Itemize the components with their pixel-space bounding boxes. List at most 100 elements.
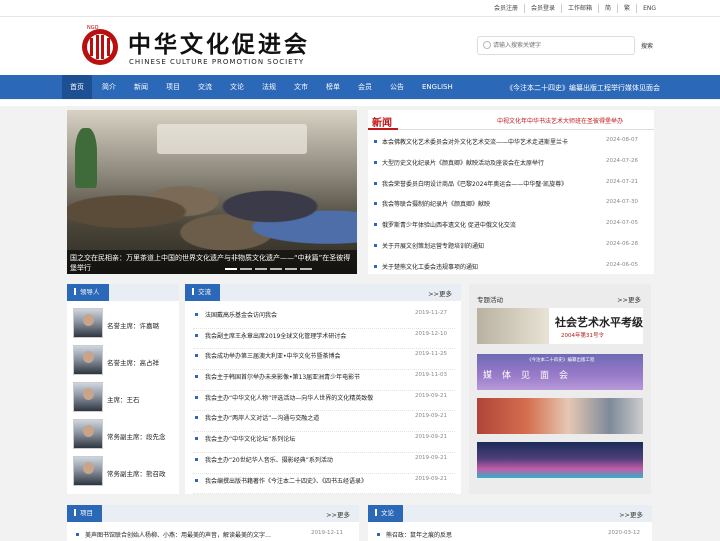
list-item[interactable]: 我会主办“20世纪华人音乐、摄影经典”系列活动 2019-09-21 [193, 453, 455, 474]
list-item-title[interactable]: 美声图书馆联合创始人杨柳、小燕：用最美的声音，解读最美的文字… [85, 530, 307, 539]
site-title-cn[interactable]: 中华文化促进会 [128, 25, 310, 59]
member-login-link[interactable]: 会员登录 [524, 4, 561, 13]
topic-banner-exam[interactable]: 社会艺术水平考级 2004年第31号令 [477, 308, 643, 344]
news-item[interactable]: 我会等联合摄制的纪录片《颜真卿》献映 2024-07-30 [372, 198, 654, 219]
list-item[interactable]: 法国戴高乐基金会访问我会 2019-11-27 [193, 308, 455, 329]
news-item[interactable]: 我会荣誉委员白明设计商品《巴黎2024年奥运会——中华璧·凯旋尊》 2024-07… [372, 178, 654, 199]
news-item-title[interactable]: 我会荣誉委员白明设计商品《巴黎2024年奥运会——中华璧·凯旋尊》 [382, 179, 602, 188]
leader-name[interactable]: 常务副主席：熊召政 [107, 468, 166, 478]
news-item-title[interactable]: 关于楚熊文化工委会违规事项的通知 [382, 262, 602, 271]
news-item-title[interactable]: 大型历史文化纪录片《颜真卿》献映活动及座谈会在太原举行 [382, 158, 602, 167]
topic-banner-media-meeting[interactable]: 《今注本二十四史》编纂出版工程 媒体见面会 [477, 354, 643, 390]
nav-scrolling-notice[interactable]: 《今注本二十四史》编纂出版工程举行媒体见面会 [498, 76, 688, 100]
list-item[interactable]: 我会成功举办第三届澳大利亚•中华文化节暨茶博会 2019-11-25 [193, 349, 455, 371]
leader-card[interactable]: 名誉主席：许嘉璐 [73, 308, 173, 340]
hero-caption[interactable]: 国之交在民相亲：万里茶道上中国的世界文化遗产与非物质文化遗产——“中秋篇”在圣彼… [70, 253, 354, 273]
news-item-title[interactable]: 关于开展文创策划运营专题培训的通知 [382, 241, 602, 250]
topic-banner-photo-event[interactable] [477, 398, 643, 434]
search-button[interactable]: 搜索 [641, 41, 653, 50]
list-item-title[interactable]: 我会主办“两岸人文对话”—沟通与交融之道 [205, 413, 405, 422]
exchange-more-link[interactable]: >>更多 [428, 288, 452, 298]
leader-card[interactable]: 主席：王石 [73, 382, 173, 414]
list-item[interactable]: 我会副主席王永章出席2019全球文化管理学术研讨会 2019-12-10 [193, 329, 455, 350]
traditional-chinese-link[interactable]: 繁 [617, 4, 636, 13]
topics-title: 专题活动 [477, 296, 503, 304]
essays-more-link[interactable]: >>更多 [619, 509, 643, 519]
leader-photo[interactable] [73, 345, 103, 375]
leader-name[interactable]: 常务副主席：段先念 [107, 431, 166, 441]
news-item[interactable]: 关于楚熊文化工委会违规事项的通知 2024-06-05 [372, 261, 654, 282]
carousel-dot[interactable] [270, 268, 282, 270]
nav-item-members[interactable]: 会员 [350, 75, 380, 99]
list-item-title[interactable]: 熊召政：鼠年之痕的反思 [386, 530, 586, 539]
list-item-title[interactable]: 我会编撰出版书籍著作《今注本二十四史》、《四书五经语录》 [205, 476, 405, 485]
nav-item-essays[interactable]: 文论 [222, 75, 252, 99]
list-item[interactable]: 我会编撰出版书籍著作《今注本二十四史》、《四书五经语录》 2019-09-21 [193, 474, 455, 495]
news-item[interactable]: 关于开展文创策划运营专题培训的通知 2024-06-28 [372, 240, 654, 261]
essays-tab[interactable]: 文论 [368, 505, 403, 522]
projects-more-link[interactable]: >>更多 [326, 509, 350, 519]
headline-marquee[interactable]: 中视文化年中华书法艺术大师班在圣彼得堡举办 [497, 116, 657, 125]
list-item-title[interactable]: 我会副主席王永章出席2019全球文化管理学术研讨会 [205, 331, 405, 340]
leader-name[interactable]: 主席：王石 [107, 394, 140, 404]
nav-item-english[interactable]: ENGLISH [414, 75, 461, 99]
news-tab[interactable]: 新闻 [368, 112, 398, 130]
news-item-title[interactable]: 俄罗斯青少年体验山西非遗文化 促进中俄文化交流 [382, 220, 602, 229]
list-item[interactable]: 我会主办“两岸人文对话”—沟通与交融之道 2019-09-21 [193, 411, 455, 433]
nav-item-intro[interactable]: 简介 [94, 75, 124, 99]
news-item[interactable]: 俄罗斯青少年体验山西非遗文化 促进中俄文化交流 2024-07-05 [372, 219, 654, 240]
leader-photo[interactable] [73, 308, 103, 338]
nav-item-projects[interactable]: 项目 [158, 75, 188, 99]
site-title-en: CHINESE CULTURE PROMOTION SOCIETY [129, 58, 305, 66]
english-link[interactable]: ENG [636, 4, 662, 13]
leader-photo[interactable] [73, 419, 103, 449]
list-item[interactable]: 我会主于韩国首尔举办未来影像•第13届亚洲青少年电影节 2019-11-03 [193, 370, 455, 391]
leader-photo[interactable] [73, 456, 103, 486]
leader-card[interactable]: 常务副主席：段先念 [73, 419, 173, 451]
leader-name[interactable]: 名誉主席：许嘉璐 [107, 320, 159, 330]
top-utility-bar: 会员注册 会员登录 工作邮箱 简 繁 ENG [0, 0, 720, 17]
nav-item-rankings[interactable]: 榜单 [318, 75, 348, 99]
work-email-link[interactable]: 工作邮箱 [561, 4, 598, 13]
leader-card[interactable]: 常务副主席：熊召政 [73, 456, 173, 488]
simplified-chinese-link[interactable]: 简 [598, 4, 617, 13]
list-item[interactable]: 我会主办“中华文化人物”评选活动—向华人世界的文化精英致敬 2019-09-21 [193, 391, 455, 412]
list-item-title[interactable]: 我会主办“20世纪华人音乐、摄影经典”系列活动 [205, 455, 405, 464]
list-item-date: 2019-09-21 [415, 413, 447, 420]
leader-card[interactable]: 名誉主席：高占祥 [73, 345, 173, 377]
carousel-dot[interactable] [255, 268, 267, 270]
leader-photo[interactable] [73, 382, 103, 412]
member-register-link[interactable]: 会员注册 [488, 4, 524, 13]
topics-more-link[interactable]: >>更多 [617, 294, 641, 304]
exchange-tab[interactable]: 交流 [185, 284, 220, 301]
list-item-title[interactable]: 我会成功举办第三届澳大利亚•中华文化节暨茶博会 [205, 351, 405, 360]
nav-item-market[interactable]: 文市 [286, 75, 316, 99]
news-item-date: 2024-07-05 [606, 220, 638, 227]
carousel-dot[interactable] [285, 268, 297, 270]
list-item[interactable]: 我会主办“中华文化论坛”系列论坛 2019-09-21 [193, 432, 455, 453]
carousel-dot[interactable] [225, 268, 237, 270]
nav-item-home[interactable]: 首页 [62, 75, 92, 99]
leader-name[interactable]: 名誉主席：高占祥 [107, 357, 159, 367]
nav-item-exchange[interactable]: 交流 [190, 75, 220, 99]
news-item-title[interactable]: 本会佛教文化艺术委员会对外文化艺术交流——中华艺术走进斯里兰卡 [382, 137, 602, 146]
hero-carousel[interactable]: 国之交在民相亲：万里茶道上中国的世界文化遗产与非物质文化遗产——“中秋篇”在圣彼… [67, 110, 357, 274]
list-item-title[interactable]: 我会主于韩国首尔举办未来影像•第13届亚洲青少年电影节 [205, 372, 405, 381]
nav-item-news[interactable]: 新闻 [126, 75, 156, 99]
search-input[interactable] [493, 39, 631, 52]
projects-tab[interactable]: 项目 [67, 505, 102, 522]
news-item[interactable]: 本会佛教文化艺术委员会对外文化艺术交流——中华艺术走进斯里兰卡 2024-08-0… [372, 136, 654, 157]
list-item-title[interactable]: 法国戴高乐基金会访问我会 [205, 310, 405, 319]
topic-banner-photo-night[interactable] [477, 442, 643, 478]
carousel-dot[interactable] [240, 268, 252, 270]
list-item-title[interactable]: 我会主办“中华文化论坛”系列论坛 [205, 434, 405, 443]
news-item[interactable]: 大型历史文化纪录片《颜真卿》献映活动及座谈会在太原举行 2024-07-26 [372, 157, 654, 178]
news-item-date: 2024-06-05 [606, 261, 638, 268]
leaders-tab[interactable]: 领导人 [67, 284, 109, 301]
nav-item-notices[interactable]: 公告 [382, 75, 412, 99]
news-item-title[interactable]: 我会等联合摄制的纪录片《颜真卿》献映 [382, 199, 602, 208]
society-logo-icon[interactable] [80, 27, 120, 67]
list-item-title[interactable]: 我会主办“中华文化人物”评选活动—向华人世界的文化精英致敬 [205, 393, 405, 402]
carousel-dot[interactable] [300, 268, 312, 270]
nav-item-regulations[interactable]: 法规 [254, 75, 284, 99]
